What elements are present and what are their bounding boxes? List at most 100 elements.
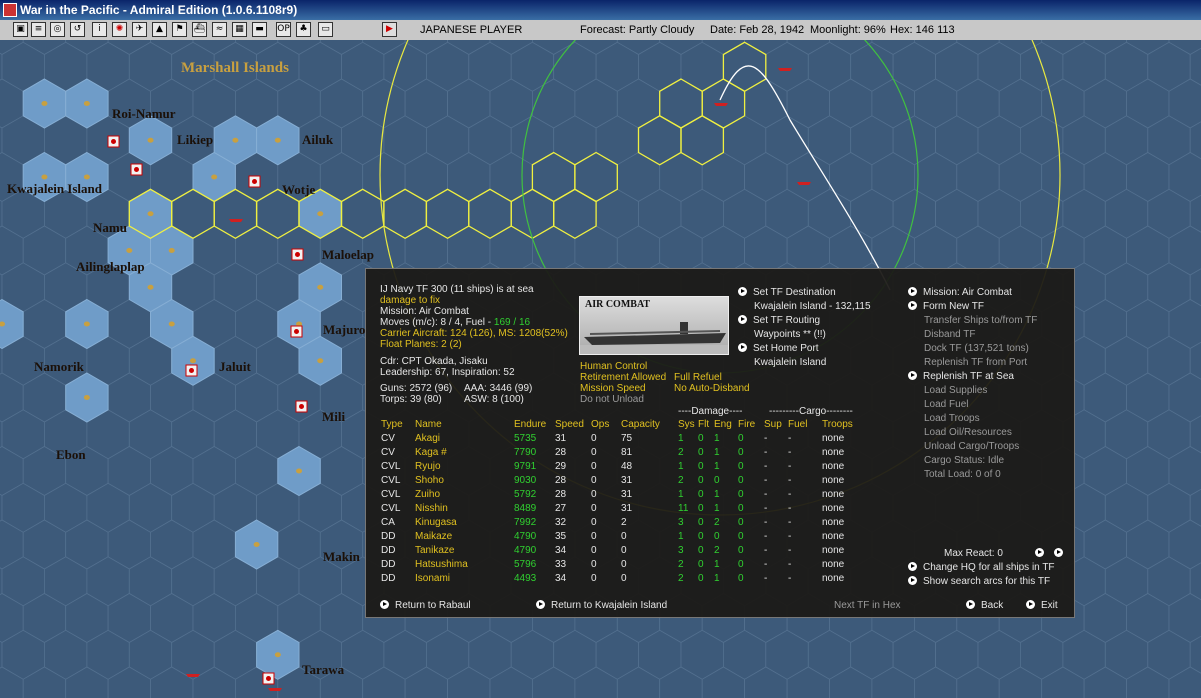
ship-cell: - (788, 502, 792, 514)
change-hq-button[interactable]: Change HQ for all ships in TF (908, 561, 1055, 574)
ship-row[interactable]: DD Hatsushima 5796 33 0 0 2 0 1 0- - none (381, 557, 862, 571)
sub-icon[interactable]: ≈ (212, 22, 227, 37)
ship-name[interactable]: Tanikaze (415, 543, 514, 557)
atoll-icon (147, 211, 154, 217)
return-to-rabaul-button[interactable]: Return to Rabaul (380, 599, 471, 612)
map-icon[interactable]: ▭ (318, 22, 333, 37)
ship-cell: none (822, 558, 845, 570)
ship-row[interactable]: CVL Ryujo 9791 29 0 48 1 0 1 0- - none (381, 459, 862, 473)
ship-name[interactable]: Kinugasa (415, 515, 514, 529)
info-icon[interactable]: i (92, 22, 107, 37)
ship-cell: - (764, 474, 768, 486)
ship-cell: 0 (591, 516, 597, 528)
return-to-kwajalein-button[interactable]: Return to Kwajalein Island (536, 599, 667, 612)
column-header: Ops (591, 418, 610, 430)
ship-cell: - (764, 558, 768, 570)
rising-sun-icon (189, 368, 194, 373)
ship-cell: 0 (591, 558, 597, 570)
load-icon[interactable]: ≡ (31, 22, 46, 37)
end-turn-icon[interactable]: ◎ (50, 22, 65, 37)
flag-icon[interactable]: ⚑ (172, 22, 187, 37)
ship-cell: none (822, 432, 845, 444)
ship-row[interactable]: CV Kaga #7790 28 0 81 2 0 1 0- - none (381, 445, 862, 459)
ship-row[interactable]: CVL Shoho 9030 28 0 31 2 0 0 0- - none (381, 473, 862, 487)
label: Replenish TF at Sea (923, 371, 1014, 382)
ship-icon[interactable] (186, 674, 200, 677)
ship-row[interactable]: DD Tanikaze 4790 34 0 0 3 0 2 0- - none (381, 543, 862, 557)
ship-name[interactable]: Maikaze (415, 529, 514, 543)
ship-icon[interactable]: ⛴ (192, 22, 207, 37)
ship-row[interactable]: CVL Zuiho 5792 28 0 31 1 0 1 0- - none (381, 487, 862, 501)
unload-toggle[interactable]: Do not Unload (580, 393, 644, 406)
back-button[interactable]: Back (966, 599, 1003, 612)
arrow-icon (908, 576, 917, 585)
show-search-arcs-button[interactable]: Show search arcs for this TF (908, 575, 1050, 588)
column-header: Fuel (788, 418, 808, 430)
exit-button[interactable]: Exit (1026, 599, 1058, 612)
save-icon[interactable]: ▣ (13, 22, 28, 37)
play-icon[interactable]: ▶ (382, 22, 397, 37)
op-icon[interactable]: OP (276, 22, 291, 37)
ship-icon[interactable] (229, 219, 243, 222)
plane-icon[interactable]: ✈ (132, 22, 147, 37)
max-react-icon[interactable] (1054, 548, 1063, 557)
form-new-tf-button[interactable]: Form New TF (908, 300, 984, 313)
ship-name[interactable]: Shoho (415, 473, 514, 487)
base-icon[interactable]: ▦ (232, 22, 247, 37)
ship-cell: 31 (621, 502, 633, 514)
ship-icon[interactable] (714, 103, 728, 106)
rising-sun-icon[interactable]: ✺ (112, 22, 127, 37)
ship-row[interactable]: CVL Nisshin 8489 27 0 31 11 0 1 0- - none (381, 501, 862, 515)
ship-name[interactable]: Akagi (415, 431, 514, 445)
ship-name[interactable]: Hatsushima (415, 557, 514, 571)
transfer-ships-button[interactable]: Transfer Ships to/from TF (924, 314, 1037, 327)
ship-icon[interactable] (778, 68, 792, 71)
replay-icon[interactable]: ↺ (70, 22, 85, 37)
ship-cell: 2 (714, 544, 720, 556)
ship-row[interactable]: CV Akagi 5735 31 0 75 1 0 1 0- - none (381, 431, 862, 445)
ship-cell: 0 (698, 530, 704, 542)
ground-icon[interactable]: ♣ (296, 22, 311, 37)
unload-cargo-button[interactable]: Unload Cargo/Troops (924, 440, 1019, 453)
arrow-icon (380, 600, 389, 609)
load-fuel-button[interactable]: Load Fuel (924, 398, 968, 411)
dock-tf-button[interactable]: Dock TF (137,521 tons) (924, 342, 1029, 355)
ship-cell: - (788, 432, 792, 444)
load-troops-button[interactable]: Load Troops (924, 412, 980, 425)
set-home-port-button[interactable]: Set Home Port (738, 342, 819, 355)
set-destination-button[interactable]: Set TF Destination (738, 286, 836, 299)
increase-react-icon[interactable] (1035, 548, 1044, 557)
ship-cell: - (788, 446, 792, 458)
mission-button[interactable]: Mission: Air Combat (908, 286, 1012, 299)
airfield-icon[interactable]: ▲ (152, 22, 167, 37)
load-supplies-button[interactable]: Load Supplies (924, 384, 987, 397)
disband-tf-button[interactable]: Disband TF (924, 328, 976, 341)
ship-name[interactable]: Nisshin (415, 501, 514, 515)
label: Set TF Routing (753, 315, 821, 326)
tf-icon[interactable]: ▬ (252, 22, 267, 37)
ship-cell: none (822, 530, 845, 542)
ship-name[interactable]: Zuiho (415, 487, 514, 501)
auto-disband-toggle[interactable]: No Auto-Disband (674, 382, 750, 395)
set-routing-button[interactable]: Set TF Routing (738, 314, 820, 327)
ship-name[interactable]: Kaga # (415, 445, 514, 459)
app-icon (3, 3, 17, 17)
replenish-sea-button[interactable]: Replenish TF at Sea (908, 370, 1014, 383)
ship-name[interactable]: Isonami (415, 571, 514, 585)
ship-row[interactable]: DD Isonami 4493 34 0 0 2 0 1 0- - none (381, 571, 862, 585)
ship-row[interactable]: DD Maikaze 4790 35 0 0 1 0 0 0- - none (381, 529, 862, 543)
load-oil-button[interactable]: Load Oil/Resources (924, 426, 1012, 439)
ship-cell: - (764, 572, 768, 584)
ship-name[interactable]: Ryujo (415, 459, 514, 473)
arrow-icon (738, 343, 747, 352)
ship-cell: 1 (678, 432, 684, 444)
ship-cell: 0 (698, 558, 704, 570)
place-label: Ebon (56, 447, 86, 462)
atoll-icon (317, 284, 324, 290)
title-bar: War in the Pacific - Admiral Edition (1.… (0, 0, 1201, 20)
replenish-port-button[interactable]: Replenish TF from Port (924, 356, 1027, 369)
ship-icon[interactable] (268, 688, 282, 691)
ship-icon[interactable] (797, 182, 811, 185)
ship-row[interactable]: CA Kinugasa 7992 32 0 2 3 0 2 0- - none (381, 515, 862, 529)
next-tf-button[interactable]: Next TF in Hex (834, 599, 901, 612)
